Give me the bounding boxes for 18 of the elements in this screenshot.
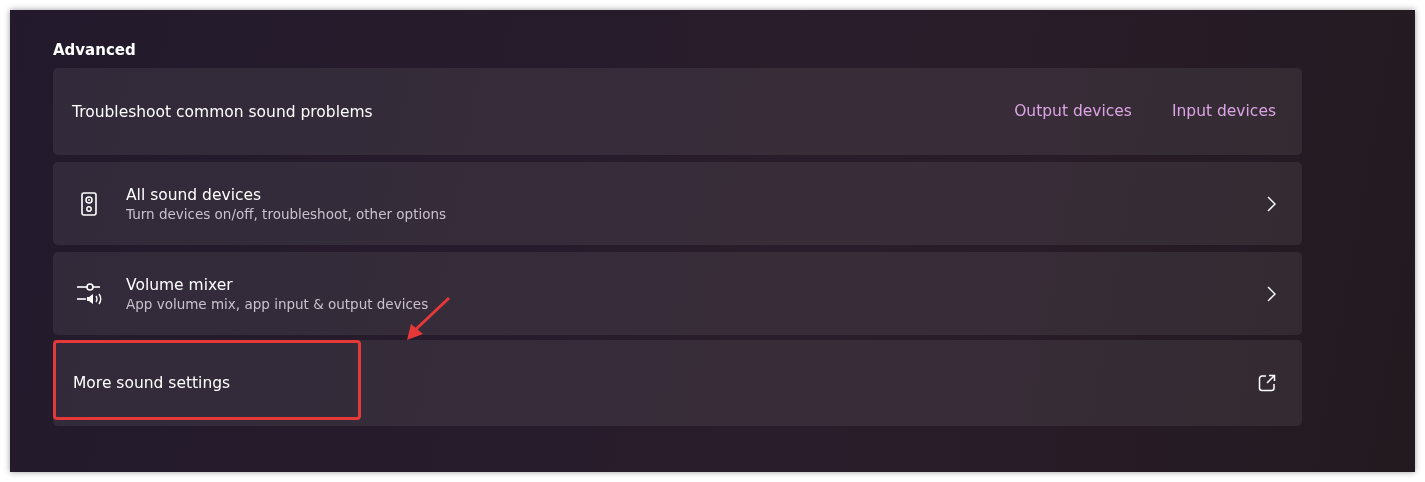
row-subtitle: App volume mix, app input & output devices bbox=[126, 294, 430, 313]
external-link-icon bbox=[1258, 374, 1276, 392]
chevron-right-icon bbox=[1266, 195, 1276, 212]
chevron-right-icon bbox=[1266, 285, 1276, 302]
row-title: All sound devices bbox=[126, 184, 263, 205]
row-subtitle: Turn devices on/off, troubleshoot, other options bbox=[126, 204, 448, 223]
row-title: More sound settings bbox=[73, 373, 232, 393]
speaker-icon bbox=[81, 191, 97, 216]
section-heading: Advanced bbox=[53, 40, 137, 60]
settings-row[interactable]: Volume mixer App volume mix, app input & output devices bbox=[53, 252, 1302, 335]
volume-mixer-icon bbox=[75, 280, 103, 307]
settings-row[interactable]: All sound devices Turn devices on/off, troubleshoot, other options bbox=[53, 162, 1302, 245]
row-title: Volume mixer bbox=[126, 274, 234, 295]
settings-row[interactable]: Troubleshoot common sound problems Output devices Input devices bbox=[53, 68, 1302, 155]
link[interactable]: Input devices bbox=[1171, 99, 1276, 124]
row-title: Troubleshoot common sound problems bbox=[72, 101, 374, 122]
link[interactable]: Output devices bbox=[1014, 99, 1132, 124]
settings-row[interactable]: More sound settings bbox=[53, 340, 1302, 426]
